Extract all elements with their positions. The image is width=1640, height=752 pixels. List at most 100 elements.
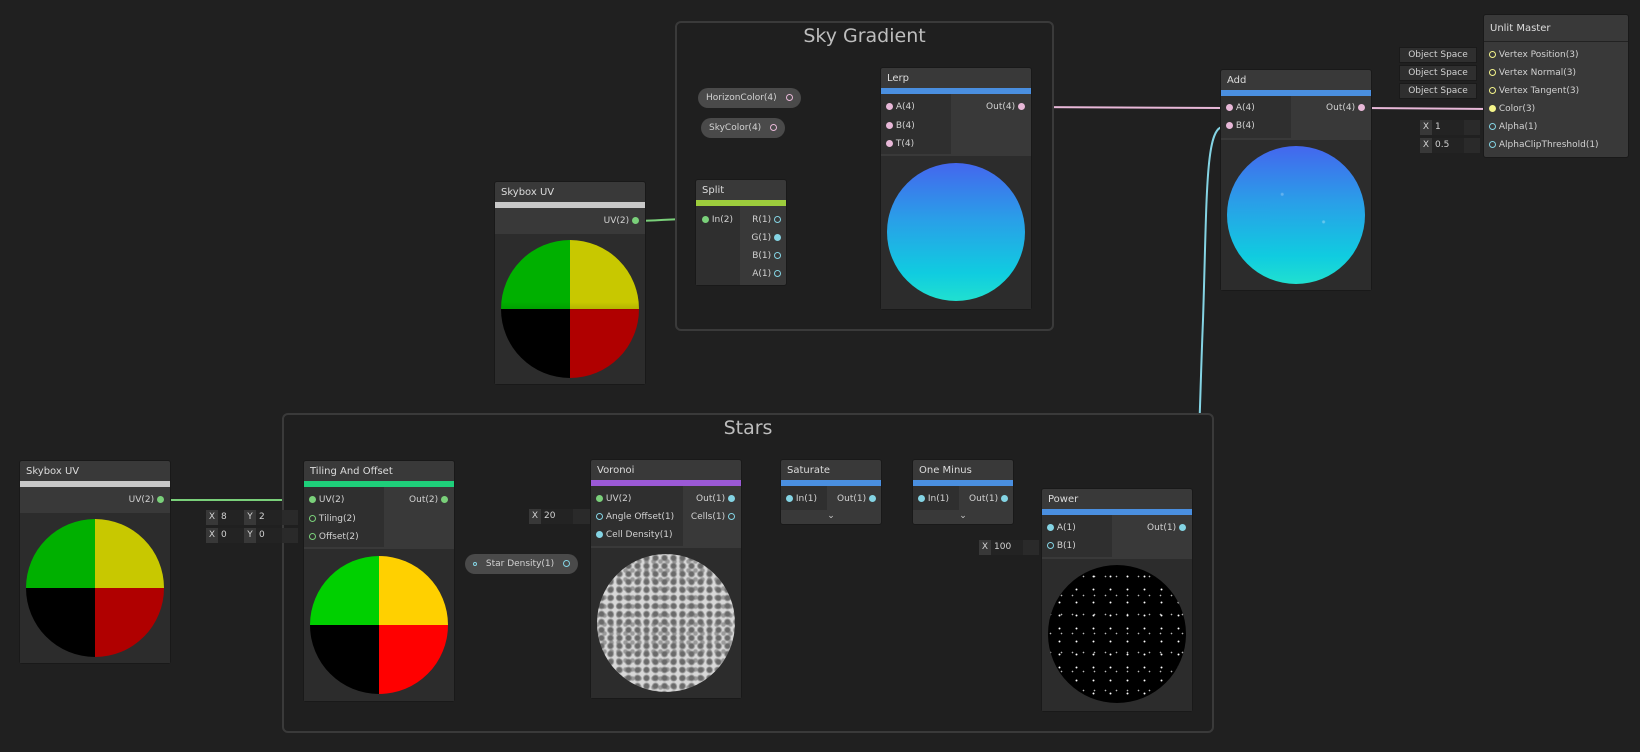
power-b-inline-field[interactable]: X 100 bbox=[979, 540, 1039, 555]
node-skybox-uv-left[interactable]: Skybox UV UV(2) bbox=[19, 460, 171, 664]
alpha-value[interactable]: 1 bbox=[1432, 120, 1464, 135]
chevron-down-icon[interactable]: ⌄ bbox=[913, 511, 1013, 521]
node-saturate[interactable]: Saturate In(1) Out(1) ⌄ bbox=[780, 459, 882, 525]
port-label: UV(2) bbox=[603, 216, 630, 226]
port-cells-out[interactable]: Cells(1) bbox=[691, 512, 735, 522]
x-label: X bbox=[206, 510, 218, 525]
port-out[interactable]: Out(1) bbox=[837, 494, 876, 504]
port-tiling-in[interactable]: Tiling(2) bbox=[309, 514, 356, 524]
offset-y-value[interactable]: 0 bbox=[256, 528, 282, 543]
angle-offset-inline-field[interactable]: X 20 bbox=[529, 509, 591, 524]
clip-inline-field[interactable]: X 0.5 bbox=[1420, 138, 1480, 153]
space-label: Object Space bbox=[1408, 86, 1468, 96]
space-dropdown-tangent[interactable]: Object Space bbox=[1399, 83, 1477, 99]
port-b-out[interactable]: B(1) bbox=[752, 251, 781, 261]
space-dropdown-normal[interactable]: Object Space bbox=[1399, 65, 1477, 81]
node-power[interactable]: Power A(1) B(1) Out(1) bbox=[1041, 488, 1193, 712]
port-out[interactable]: Out(1) bbox=[969, 494, 1008, 504]
node-one-minus[interactable]: One Minus In(1) Out(1) ⌄ bbox=[912, 459, 1014, 525]
port-r-out[interactable]: R(1) bbox=[752, 215, 781, 225]
port-uv-out[interactable]: UV(2) bbox=[129, 495, 164, 505]
space-dropdown-position[interactable]: Object Space bbox=[1399, 47, 1477, 63]
alpha-inline-field[interactable]: X1 bbox=[1420, 120, 1480, 135]
port-vertex-normal[interactable]: Vertex Normal(3) bbox=[1489, 68, 1576, 78]
node-preview bbox=[1221, 140, 1371, 290]
port-uv-out[interactable]: UV(2) bbox=[604, 216, 639, 226]
tiling-inline-field[interactable]: X8Y2 bbox=[206, 510, 298, 525]
port-label: UV(2) bbox=[318, 495, 345, 505]
port-dot-icon[interactable] bbox=[563, 560, 571, 567]
port-b-in[interactable]: B(4) bbox=[886, 121, 915, 131]
property-sky-color[interactable]: SkyColor(4) bbox=[701, 118, 786, 138]
port-label: A(4) bbox=[895, 102, 915, 112]
port-a-out[interactable]: A(1) bbox=[752, 269, 781, 279]
port-out[interactable]: Out(4) bbox=[986, 102, 1025, 112]
node-skybox-uv-top[interactable]: Skybox UV UV(2) bbox=[494, 181, 646, 385]
port-b-in[interactable]: B(1) bbox=[1047, 541, 1076, 551]
port-b-in[interactable]: B(4) bbox=[1226, 121, 1255, 131]
tiling-x-value[interactable]: 8 bbox=[218, 510, 244, 525]
port-vertex-position[interactable]: Vertex Position(3) bbox=[1489, 50, 1578, 60]
property-horizon-color[interactable]: HorizonColor(4) bbox=[698, 88, 801, 108]
port-alpha-clip[interactable]: AlphaClipThreshold(1) bbox=[1489, 140, 1599, 150]
node-title: Lerp bbox=[887, 73, 910, 84]
port-out[interactable]: Out(4) bbox=[1326, 103, 1365, 113]
port-dot-icon bbox=[1179, 524, 1186, 531]
port-dot-icon bbox=[774, 252, 781, 259]
property-label: SkyColor(4) bbox=[709, 123, 762, 133]
offset-inline-field[interactable]: X0Y0 bbox=[206, 528, 298, 543]
port-cell-density-in[interactable]: Cell Density(1) bbox=[596, 530, 673, 540]
port-uv-in[interactable]: UV(2) bbox=[596, 494, 631, 504]
port-vertex-tangent[interactable]: Vertex Tangent(3) bbox=[1489, 86, 1579, 96]
port-a-in[interactable]: A(1) bbox=[1047, 523, 1076, 533]
node-tiling-offset[interactable]: Tiling And Offset UV(2) Tiling(2) Offset… bbox=[303, 460, 455, 702]
preview-sky-circle bbox=[1227, 146, 1365, 284]
offset-x-value[interactable]: 0 bbox=[218, 528, 244, 543]
group-title-stars: Stars bbox=[723, 417, 773, 439]
port-dot-icon bbox=[1489, 69, 1496, 76]
property-star-density[interactable]: Star Density(1) bbox=[465, 554, 579, 574]
node-preview bbox=[304, 549, 454, 701]
node-split[interactable]: Split In(2) R(1) G(1) B(1) A(1) bbox=[695, 179, 787, 286]
port-dot-icon bbox=[596, 495, 603, 502]
angle-offset-value[interactable]: 20 bbox=[541, 509, 573, 524]
node-title: Saturate bbox=[787, 465, 831, 476]
port-dot-icon bbox=[596, 531, 603, 538]
port-dot-icon[interactable] bbox=[770, 124, 778, 131]
port-label: Out(1) bbox=[696, 494, 726, 504]
port-uv-in[interactable]: UV(2) bbox=[309, 495, 344, 505]
clip-value[interactable]: 0.5 bbox=[1432, 138, 1464, 153]
tiling-y-value[interactable]: 2 bbox=[256, 510, 282, 525]
port-in[interactable]: In(1) bbox=[786, 494, 817, 504]
property-label: Star Density(1) bbox=[485, 559, 555, 569]
x-label: X bbox=[1420, 120, 1432, 135]
port-dot-icon bbox=[157, 496, 164, 503]
preview-gradient-circle bbox=[887, 163, 1025, 301]
port-label: B(1) bbox=[752, 251, 772, 261]
port-out[interactable]: Out(1) bbox=[696, 494, 735, 504]
node-add[interactable]: Add A(4) B(4) Out(4) bbox=[1220, 69, 1372, 291]
port-in[interactable]: In(1) bbox=[918, 494, 949, 504]
port-out[interactable]: Out(1) bbox=[1147, 523, 1186, 533]
node-lerp[interactable]: Lerp A(4) B(4) T(4) Out(4) bbox=[880, 67, 1032, 310]
port-alpha[interactable]: Alpha(1) bbox=[1489, 122, 1537, 132]
space-label: Object Space bbox=[1408, 50, 1468, 60]
power-b-value[interactable]: 100 bbox=[991, 540, 1023, 555]
y-label: Y bbox=[244, 528, 256, 543]
node-voronoi[interactable]: Voronoi UV(2) Angle Offset(1) Cell Densi… bbox=[590, 459, 742, 699]
port-dot-icon[interactable] bbox=[785, 94, 793, 101]
port-out[interactable]: Out(2) bbox=[409, 495, 448, 505]
port-angle-offset-in[interactable]: Angle Offset(1) bbox=[596, 512, 674, 522]
port-t-in[interactable]: T(4) bbox=[886, 139, 914, 149]
port-a-in[interactable]: A(4) bbox=[886, 102, 915, 112]
port-in[interactable]: In(2) bbox=[702, 215, 733, 225]
node-title: Tiling And Offset bbox=[310, 466, 393, 477]
node-accent-bar bbox=[20, 481, 170, 487]
port-g-out[interactable]: G(1) bbox=[751, 233, 781, 243]
port-color[interactable]: Color(3) bbox=[1489, 104, 1535, 114]
node-unlit-master[interactable]: Unlit Master Vertex Position(3) Vertex N… bbox=[1483, 14, 1629, 158]
port-offset-in[interactable]: Offset(2) bbox=[309, 532, 359, 542]
chevron-down-icon[interactable]: ⌄ bbox=[781, 511, 881, 521]
group-title-sky-gradient: Sky Gradient bbox=[803, 25, 926, 47]
port-a-in[interactable]: A(4) bbox=[1226, 103, 1255, 113]
